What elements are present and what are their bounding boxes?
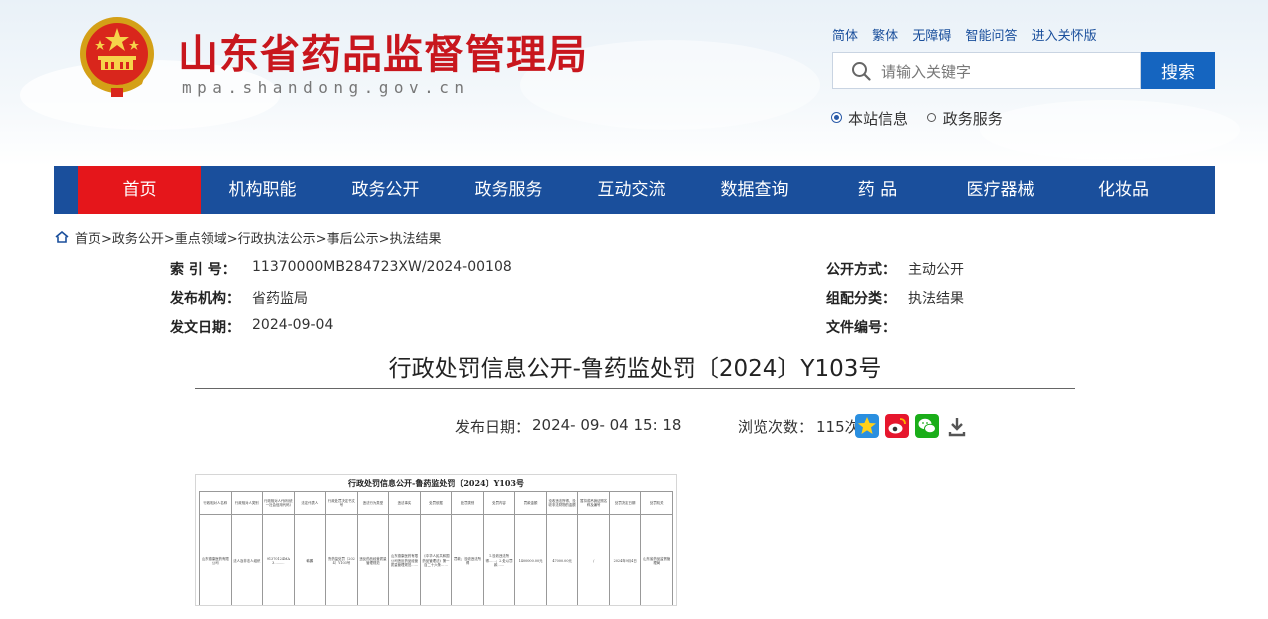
table-header-cell: 处罚类别 [451, 491, 484, 515]
title-divider [195, 388, 1075, 389]
table-cell: 违反药品经营质量管理规范 [356, 514, 390, 605]
breadcrumb: 首页>政务公开>重点领域>行政执法公示>事后公示>执法结果 [55, 228, 441, 248]
smart-qa-link[interactable]: 智能问答 [965, 29, 1017, 44]
accessibility-link[interactable]: 无障碍 [912, 29, 951, 44]
view-count-label: 浏览次数： [738, 418, 814, 436]
header-cloud [980, 100, 1240, 160]
table-header-cell: 处罚内容 [482, 491, 516, 515]
publish-date-value: 2024- 09- 04 15: 18 [532, 416, 682, 434]
publisher-label: 发布机构： [170, 291, 240, 307]
penalty-document-image: 行政处罚信息公开-鲁药监处罚〔2024〕Y103号 行政相对人名称 行政相对人类… [195, 474, 677, 606]
nav-item-drugs[interactable]: 药 品 [816, 166, 939, 214]
disclosure-method-label: 公开方式： [826, 262, 896, 278]
search-button[interactable]: 搜索 [1141, 52, 1215, 89]
radio-selected-icon [832, 113, 841, 122]
view-count-value: 115次 [816, 418, 860, 436]
table-header-cell: 违法行为类型 [356, 491, 390, 515]
index-number-value: 11370000MB284723XW/2024-00108 [252, 259, 512, 275]
publish-date-label: 发布日期： [455, 418, 531, 436]
category-value: 执法结果 [908, 291, 964, 307]
site-title[interactable]: 山东省药品监督管理局 [178, 22, 588, 80]
table-header-cell: 行政相对人类别 [230, 491, 264, 515]
category-label: 组配分类： [826, 291, 896, 307]
table-header-cell: 行政相对人名称 [199, 491, 232, 515]
table-cell: 91370124MA3……… [262, 514, 295, 605]
simplified-chinese-link[interactable]: 简体 [832, 29, 858, 44]
top-links: 简体 繁体 无障碍 智能问答 进入关怀版 [832, 25, 1107, 44]
issue-date-value: 2024-09-04 [252, 317, 334, 333]
site-url: mpa.shandong.gov.cn [182, 78, 470, 97]
search-input[interactable] [879, 59, 1133, 85]
table-cell: 罚款；没收违法所得 [451, 514, 484, 605]
table-header-cell: 处罚依据 [419, 491, 453, 515]
national-emblem-logo[interactable] [78, 14, 156, 98]
scope-gov-services-radio[interactable]: 政务服务 [926, 108, 1003, 129]
table-header-cell: 行政相对人代码(统一社会信用代码) [262, 491, 295, 515]
nav-item-home[interactable]: 首页 [78, 166, 201, 214]
radio-unselected-icon [926, 113, 936, 122]
table-header-cell: 违法事实 [388, 491, 421, 515]
weibo-icon[interactable] [885, 414, 909, 438]
table-cell: 山东省药品监督管理局 [640, 514, 673, 605]
table-cell: 法人及非法人组织 [230, 514, 264, 605]
table-header-cell: 法定代表人 [293, 491, 327, 515]
document-number-label: 文件编号： [826, 320, 896, 336]
table-header-cell: 暂扣或吊销证照名称及编号 [577, 491, 610, 515]
qzone-icon[interactable] [855, 414, 879, 438]
scope-site-info-radio[interactable]: 本站信息 [832, 108, 908, 129]
scope-site-info-label: 本站信息 [848, 110, 909, 128]
document-title: 行政处罚信息公开-鲁药监处罚〔2024〕Y103号 [348, 478, 524, 488]
table-cell: 《中华人民共和国药品管理法》第一百二十六条…… [419, 514, 453, 605]
nav-item-institution[interactable]: 机构职能 [201, 166, 324, 214]
nav-item-cosmetics[interactable]: 化妆品 [1062, 166, 1185, 214]
elder-mode-link[interactable]: 进入关怀版 [1032, 29, 1097, 44]
table-cell: 鲁药监处罚〔2024〕Y103号 [325, 514, 358, 605]
table-header-cell: 处罚机关 [640, 491, 673, 515]
wechat-icon[interactable] [915, 414, 939, 438]
search-icon [851, 61, 871, 85]
issue-date-label: 发文日期： [170, 320, 240, 336]
publisher-value: 省药监局 [252, 291, 308, 307]
table-cell: 2024年9月4日 [608, 514, 642, 605]
home-icon[interactable] [55, 230, 69, 247]
table-cell: 韩鹏 [293, 514, 327, 605]
nav-item-medical-devices[interactable]: 医疗器械 [939, 166, 1062, 214]
search-scope: 本站信息 政务服务 [832, 108, 1017, 129]
table-cell: 47000.00元 [545, 514, 579, 605]
table-header-cell: 行政处罚决定书文号 [325, 491, 358, 515]
table-header-cell: 处罚决定日期 [608, 491, 642, 515]
scope-gov-services-label: 政务服务 [942, 110, 1003, 128]
penalty-info-table: 行政相对人名称 行政相对人类别 行政相对人代码(统一社会信用代码) 法定代表人 … [199, 491, 673, 605]
traditional-chinese-link[interactable]: 繁体 [872, 29, 898, 44]
table-header-cell: 罚款金额 [514, 491, 547, 515]
main-nav: 首页 机构职能 政务公开 政务服务 互动交流 数据查询 药 品 医疗器械 化妆品 [54, 166, 1215, 214]
nav-item-data-query[interactable]: 数据查询 [693, 166, 816, 214]
index-number-label: 索 引 号： [170, 262, 236, 278]
search-box [832, 52, 1141, 89]
breadcrumb-path[interactable]: 首页>政务公开>重点领域>行政执法公示>事后公示>执法结果 [75, 232, 441, 247]
nav-item-gov-affairs[interactable]: 政务公开 [324, 166, 447, 214]
nav-item-interaction[interactable]: 互动交流 [570, 166, 693, 214]
nav-item-gov-services[interactable]: 政务服务 [447, 166, 570, 214]
table-cell: 山东德康医药有限公司 [199, 514, 232, 605]
table-cell: 山东德康医药有限公司违反药品经营质量管理规范…… [388, 514, 421, 605]
disclosure-method-value: 主动公开 [908, 262, 964, 278]
site-header: 山东省药品监督管理局 mpa.shandong.gov.cn 简体 繁体 无障碍… [0, 0, 1268, 166]
table-header-cell: 没收违法所得、没收非法财物的金额 [545, 491, 579, 515]
article-title: 行政处罚信息公开-鲁药监处罚〔2024〕Y103号 [388, 356, 882, 382]
table-cell: 1400000.00元 [514, 514, 547, 605]
table-row: 山东德康医药有限公司 法人及非法人组织 91370124MA3……… 韩鹏 鲁药… [199, 514, 673, 605]
download-icon[interactable] [945, 414, 969, 438]
table-cell: / [577, 514, 610, 605]
table-header-row: 行政相对人名称 行政相对人类别 行政相对人代码(统一社会信用代码) 法定代表人 … [199, 491, 673, 515]
table-cell: 1.没收违法所得……；2.处以罚款…… [482, 514, 516, 605]
